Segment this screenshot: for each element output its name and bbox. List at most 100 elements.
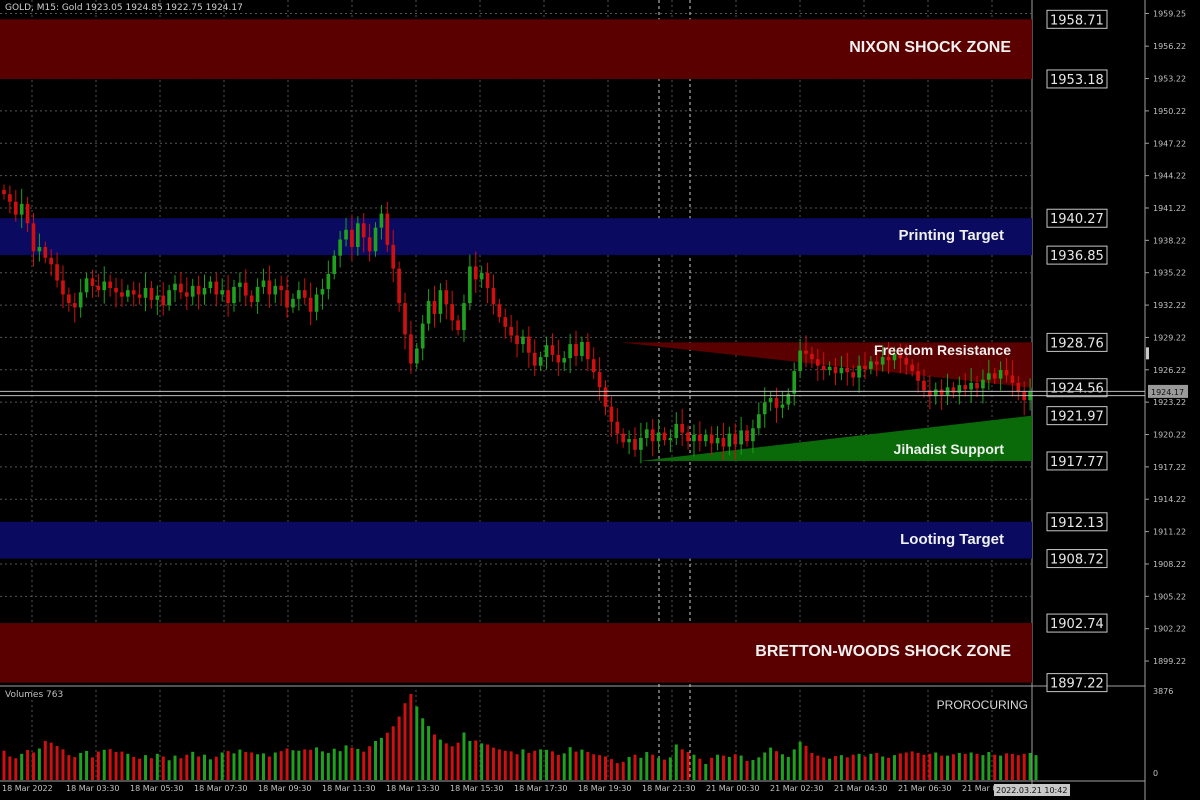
candle-body bbox=[137, 294, 142, 298]
volume-bar bbox=[344, 745, 348, 780]
volume-bar bbox=[79, 752, 83, 780]
volume-bar bbox=[61, 749, 65, 780]
volume-bar bbox=[804, 745, 808, 780]
candle-body bbox=[768, 398, 773, 403]
candle-body bbox=[644, 429, 649, 438]
volume-bar bbox=[928, 753, 932, 780]
price-tick-label: 1917.22 bbox=[1153, 463, 1186, 472]
price-tick-label: 1923.22 bbox=[1153, 398, 1186, 407]
candle-body bbox=[981, 379, 985, 389]
candle-body bbox=[922, 380, 926, 391]
volume-bar bbox=[999, 755, 1003, 780]
level-box-label: 1902.74 bbox=[1050, 617, 1104, 632]
volume-bar bbox=[539, 749, 543, 780]
volume-bar bbox=[604, 756, 608, 780]
axis-scroll-handle bbox=[1146, 347, 1149, 360]
candle-body bbox=[179, 283, 183, 293]
candle-body bbox=[78, 292, 83, 308]
volume-bar bbox=[627, 756, 631, 780]
volume-bar bbox=[580, 749, 584, 780]
candle-body bbox=[202, 288, 207, 295]
candle-body bbox=[574, 344, 578, 356]
volume-bar bbox=[574, 751, 578, 780]
candle-body bbox=[939, 389, 944, 395]
volume-bar bbox=[609, 759, 613, 780]
volume-bar bbox=[421, 718, 425, 780]
candle-body bbox=[267, 280, 272, 295]
candle-body bbox=[992, 373, 997, 379]
volume-bar bbox=[910, 751, 914, 780]
candle-body bbox=[910, 364, 914, 372]
volume-bar bbox=[969, 752, 973, 780]
candle-body bbox=[815, 359, 820, 366]
volume-bar bbox=[208, 759, 212, 780]
volume-bar bbox=[132, 756, 136, 780]
candle-body bbox=[96, 285, 101, 291]
zone-rect-1 bbox=[0, 218, 1032, 256]
time-tick-label: 18 Mar 21:30 bbox=[642, 784, 695, 793]
volume-bar bbox=[651, 754, 655, 780]
candle-body bbox=[326, 274, 331, 290]
volume-bar bbox=[338, 751, 342, 780]
volume-bar bbox=[8, 756, 12, 780]
price-tick-label: 1920.22 bbox=[1153, 431, 1186, 440]
candle-body bbox=[291, 298, 295, 308]
candle-body bbox=[674, 423, 679, 438]
candle-body bbox=[131, 290, 136, 295]
volume-bar bbox=[509, 751, 513, 780]
volume-bar bbox=[179, 758, 183, 780]
candle-body bbox=[438, 290, 443, 314]
volume-bar bbox=[1005, 753, 1009, 780]
volume-bar bbox=[250, 752, 254, 780]
candle-body bbox=[827, 366, 832, 371]
candle-body bbox=[61, 280, 65, 295]
volume-bar bbox=[114, 752, 118, 780]
candle-body bbox=[114, 288, 118, 293]
candle-body bbox=[810, 353, 814, 360]
volume-bar bbox=[191, 751, 195, 780]
volume-bar bbox=[415, 706, 419, 780]
candle-body bbox=[373, 227, 378, 252]
volume-bar bbox=[775, 751, 779, 780]
volume-bar bbox=[120, 751, 124, 780]
volume-bar bbox=[350, 747, 354, 780]
volume-bar bbox=[90, 757, 94, 780]
candle-body bbox=[184, 292, 189, 297]
volume-bar bbox=[462, 732, 466, 780]
candle-body bbox=[774, 398, 779, 408]
zone-label-looting: Looting Target bbox=[900, 530, 1004, 548]
candle-body bbox=[963, 385, 968, 390]
volume-bar bbox=[232, 753, 236, 780]
candle-body bbox=[621, 433, 626, 443]
volume-bar bbox=[273, 752, 277, 780]
time-tick-label: 18 Mar 11:30 bbox=[322, 784, 375, 793]
candle-body bbox=[214, 281, 219, 295]
candle-body bbox=[43, 247, 48, 258]
volume-bar bbox=[586, 752, 590, 780]
price-chart[interactable]: 1959.25 1956.22 1953.22 1950.22 1947.22 1944.… bbox=[0, 0, 1200, 800]
candle-body bbox=[703, 434, 708, 442]
volume-bar bbox=[922, 754, 926, 780]
volume-bar bbox=[727, 756, 731, 780]
candle-body bbox=[420, 323, 425, 349]
candle-body bbox=[25, 203, 30, 224]
candle-body bbox=[650, 429, 655, 442]
candle-body bbox=[308, 297, 313, 312]
volume-bar bbox=[391, 726, 395, 780]
volume-bar bbox=[550, 751, 554, 780]
candle-body bbox=[220, 290, 225, 295]
volume-bar bbox=[904, 752, 908, 780]
candle-body bbox=[273, 285, 278, 295]
volume-bar bbox=[887, 757, 891, 780]
candle-body bbox=[479, 272, 484, 280]
volume-bar bbox=[981, 755, 985, 780]
candle-body bbox=[751, 428, 755, 442]
candle-body bbox=[167, 290, 171, 306]
level-box-label: 1936.85 bbox=[1050, 249, 1104, 264]
candle-body bbox=[503, 317, 508, 327]
volume-bar bbox=[303, 749, 307, 780]
volume-bar bbox=[987, 752, 991, 780]
volume-bar bbox=[993, 754, 997, 780]
candle-body bbox=[851, 372, 856, 378]
volume-bar bbox=[315, 747, 319, 780]
